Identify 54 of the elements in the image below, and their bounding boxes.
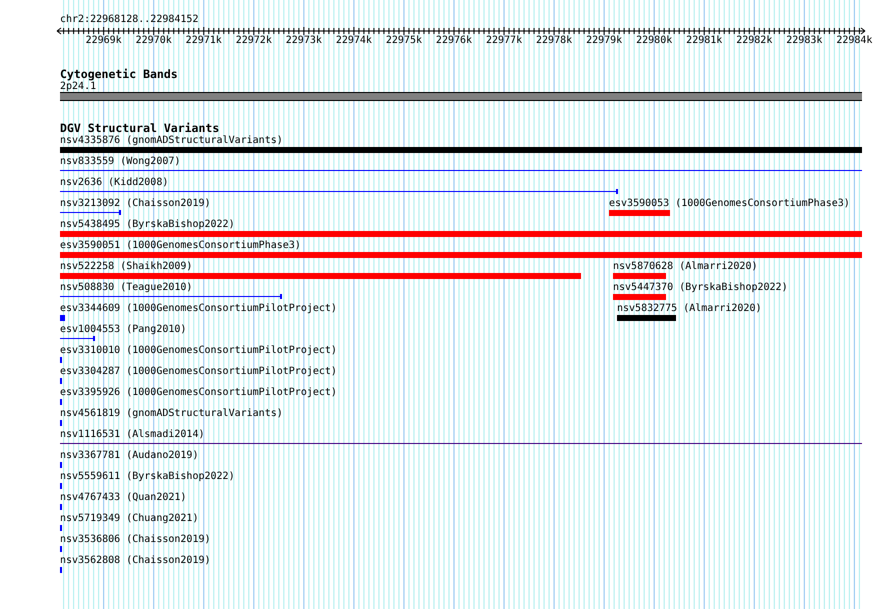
- feature-label: nsv3562808 (Chaisson2019): [60, 555, 211, 567]
- variant-bar[interactable]: [60, 147, 862, 153]
- feature-label: nsv5559611 (ByrskaBishop2022): [60, 471, 235, 483]
- tick-label: 22976k: [436, 35, 472, 47]
- tick-label: 22980k: [636, 35, 672, 47]
- feature-label: esv3304287 (1000GenomesConsortiumPilotProject): [60, 366, 337, 378]
- feature-label: nsv5447370 (ByrskaBishop2022): [613, 282, 788, 294]
- variant-bar[interactable]: [60, 273, 582, 279]
- feature-label: esv3344609 (1000GenomesConsortiumPilotProject): [60, 303, 337, 315]
- tick-label: 22969k: [86, 35, 122, 47]
- variant-bar[interactable]: [613, 294, 666, 300]
- tick-label: 22972k: [236, 35, 272, 47]
- tick-label: 22982k: [736, 35, 772, 47]
- tick-label: 22979k: [586, 35, 622, 47]
- feature-label: esv1004553 (Pang2010): [60, 324, 186, 336]
- variant-bar[interactable]: [617, 315, 676, 321]
- track-title: Cytogenetic Bands: [60, 68, 179, 81]
- feature-label: nsv4561819 (gnomADStructuralVariants): [60, 408, 283, 420]
- feature-label: nsv833559 (Wong2007): [60, 156, 180, 168]
- variant-bar[interactable]: [608, 210, 670, 216]
- feature-label: nsv508830 (Teague2010): [60, 282, 192, 294]
- tick-label: 22973k: [286, 35, 322, 47]
- feature-label: esv3395926 (1000GenomesConsortiumPilotProject): [60, 387, 337, 399]
- tick-label: 22981k: [686, 35, 722, 47]
- tick-label: 22977k: [486, 35, 522, 47]
- feature-label: nsv5438495 (ByrskaBishop2022): [60, 219, 235, 231]
- feature-label: esv3590053 (1000GenomesConsortiumPhase3): [608, 198, 850, 210]
- variant-bar[interactable]: [613, 273, 666, 279]
- tick-label: 22978k: [536, 35, 572, 47]
- feature-label: nsv3536806 (Chaisson2019): [60, 534, 211, 546]
- feature-label: nsv4335876 (gnomADStructuralVariants): [60, 135, 283, 147]
- feature-label: esv3310010 (1000GenomesConsortiumPilotProject): [60, 345, 337, 357]
- tick-label: 22984k: [836, 35, 872, 47]
- track-title: DGV Structural Variants: [60, 122, 220, 135]
- feature-label: nsv5719349 (Chuang2021): [60, 513, 198, 525]
- feature-label: nsv3213092 (Chaisson2019): [60, 198, 211, 210]
- feature-label: nsv5870628 (Almarri2020): [613, 261, 758, 273]
- location-label: chr2:22968128..22984152: [60, 14, 200, 26]
- tick-label: 22974k: [336, 35, 372, 47]
- feature-label: nsv1116531 (Alsmadi2014): [60, 429, 204, 441]
- feature-label: nsv5832775 (Almarri2020): [617, 303, 762, 315]
- tick-label: 22975k: [386, 35, 422, 47]
- feature-label: nsv2636 (Kidd2008): [60, 177, 168, 189]
- tick-label: 22971k: [186, 35, 222, 47]
- variant-bar[interactable]: [60, 315, 65, 321]
- tick-label: 22983k: [786, 35, 822, 47]
- variant-bar[interactable]: [60, 252, 862, 258]
- tick-label: 22970k: [136, 35, 172, 47]
- feature-label: 2p24.1: [60, 81, 96, 93]
- feature-label: esv3590051 (1000GenomesConsortiumPhase3): [60, 240, 301, 252]
- feature-label: nsv522258 (Shaikh2009): [60, 261, 192, 273]
- feature-label: nsv3367781 (Audano2019): [60, 450, 198, 462]
- variant-bar[interactable]: [60, 231, 862, 237]
- feature-label: nsv4767433 (Quan2021): [60, 492, 186, 504]
